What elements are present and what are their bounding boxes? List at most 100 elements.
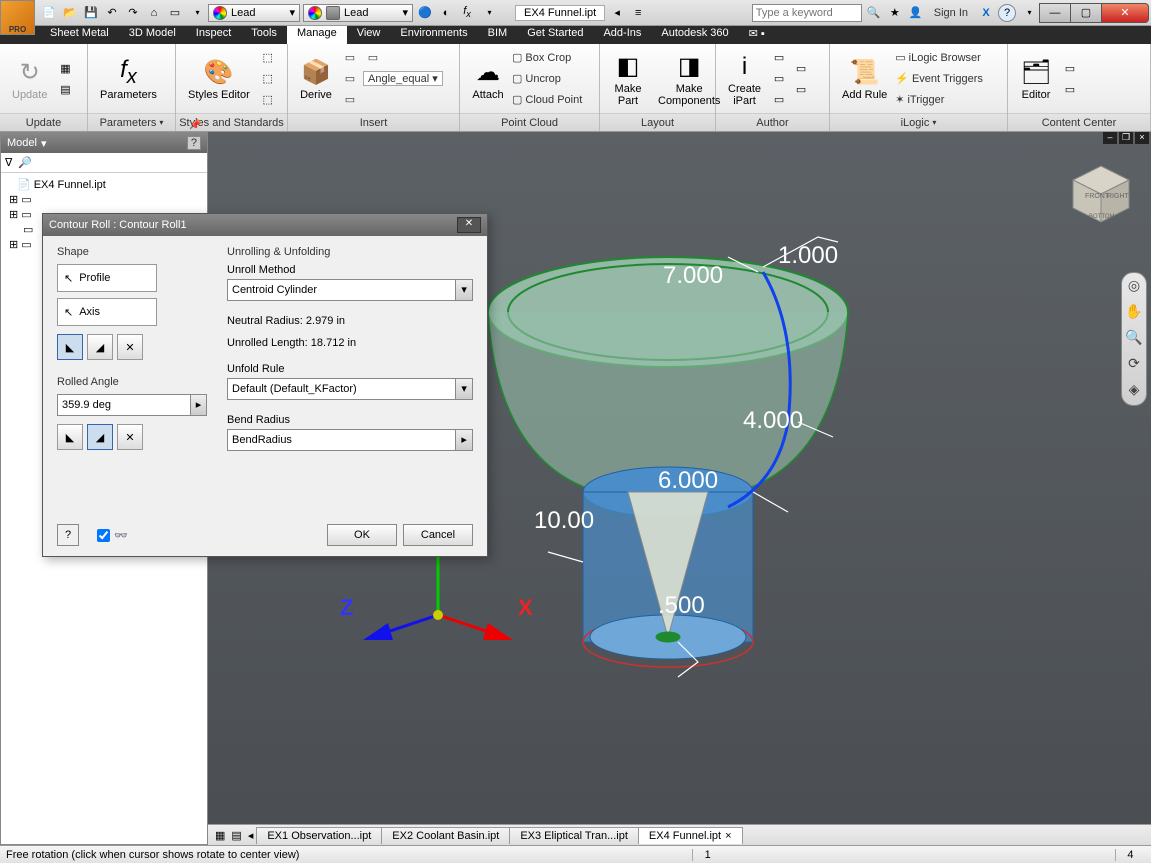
tab-add-ins[interactable]: Add-Ins <box>593 26 651 44</box>
help-dropdown[interactable] <box>1019 4 1037 22</box>
save-icon[interactable]: 💾 <box>82 4 100 22</box>
tab-prev-icon[interactable]: ◂ <box>245 829 257 842</box>
add-rule-button[interactable]: 📜 Add Rule <box>836 47 893 111</box>
select-icon[interactable]: ▭ <box>166 4 184 22</box>
parameters-button[interactable]: fx Parameters <box>94 47 163 111</box>
fx-icon[interactable]: fx <box>458 4 476 22</box>
tab-3d-model[interactable]: 3D Model <box>119 26 186 44</box>
content-editor-button[interactable]: 🗂 Editor <box>1014 47 1058 111</box>
help-icon[interactable]: ? <box>998 4 1016 22</box>
insert-icon-2[interactable]: ▭ <box>363 48 383 68</box>
preview-checkbox[interactable] <box>97 529 110 542</box>
tab-bim[interactable]: BIM <box>478 26 518 44</box>
axis-selector[interactable]: ↖Axis <box>57 298 157 326</box>
tree-root[interactable]: 📄 EX4 Funnel.ipt <box>5 177 203 192</box>
doc-tab-1[interactable]: EX1 Observation...ipt <box>256 827 382 844</box>
vp-restore[interactable]: ❐ <box>1119 132 1133 144</box>
redo-icon[interactable]: ↷ <box>124 4 142 22</box>
direction-2-button[interactable]: ◢ <box>87 334 113 360</box>
create-ipart-button[interactable]: i Create iPart <box>722 47 767 111</box>
open-icon[interactable]: 📂 <box>61 4 79 22</box>
tab-view[interactable]: View <box>347 26 391 44</box>
favorite-icon[interactable]: ★ <box>886 4 904 22</box>
offset-1-button[interactable]: ◣ <box>57 424 83 450</box>
app-icon[interactable]: PRO <box>0 0 35 35</box>
direction-1-button[interactable]: ◣ <box>57 334 83 360</box>
close-button[interactable]: ✕ <box>1101 3 1149 23</box>
styles-small-1[interactable]: ⬚ <box>258 48 278 68</box>
author-small-2[interactable]: ▭ <box>769 69 789 89</box>
insert-icon-1[interactable]: ▭ <box>340 48 360 68</box>
pin-icon[interactable]: 📌 <box>189 120 201 132</box>
vp-minimize[interactable]: – <box>1103 132 1117 144</box>
tab-extras[interactable]: ✉ ▪ <box>739 26 775 44</box>
unfold-rule-combo[interactable]: Default (Default_KFactor) <box>227 378 456 400</box>
filter-icon[interactable]: ∇ <box>5 156 12 169</box>
derive-button[interactable]: 📦 Derive <box>294 47 338 111</box>
appearance-combo[interactable]: Lead▾ <box>303 4 413 22</box>
unfold-rule-arrow[interactable]: ▾ <box>456 378 473 400</box>
author-small-1[interactable]: ▭ <box>769 48 789 68</box>
styles-editor-button[interactable]: 🎨 Styles Editor <box>182 47 256 111</box>
qat-dropdown[interactable] <box>187 4 205 22</box>
update-small-1[interactable]: ▦ <box>55 58 75 78</box>
appearance-icon[interactable]: ◐ <box>437 4 455 22</box>
minimize-button[interactable]: — <box>1039 3 1071 23</box>
cancel-button[interactable]: Cancel <box>403 524 473 546</box>
new-icon[interactable]: 📄 <box>40 4 58 22</box>
qat-more[interactable] <box>479 4 497 22</box>
profile-selector[interactable]: ↖Profile <box>57 264 157 292</box>
panel-parameters-title[interactable]: Parameters <box>88 113 175 131</box>
tab-tools[interactable]: Tools <box>241 26 287 44</box>
doc-tab-3[interactable]: EX3 Eliptical Tran...ipt <box>509 827 639 844</box>
unroll-method-combo[interactable]: Centroid Cylinder <box>227 279 456 301</box>
viewcube[interactable]: FRONT RIGHT BOTTOM <box>1069 162 1133 226</box>
update-button[interactable]: ↻ Update <box>6 47 53 111</box>
home-icon[interactable]: ⌂ <box>145 4 163 22</box>
nav-zoom-icon[interactable]: 🔍 <box>1124 329 1144 349</box>
insert-icon-3[interactable]: ▭ <box>340 69 360 89</box>
find-icon[interactable]: 🔎 <box>18 156 32 169</box>
nav-pan-icon[interactable]: ✋ <box>1124 303 1144 323</box>
ok-button[interactable]: OK <box>327 524 397 546</box>
maximize-button[interactable]: ▢ <box>1070 3 1102 23</box>
styles-small-2[interactable]: ⬚ <box>258 69 278 89</box>
nav-orbit-icon[interactable]: ⟳ <box>1124 355 1144 375</box>
author-small-3[interactable]: ▭ <box>769 90 789 110</box>
unroll-method-arrow[interactable]: ▾ <box>456 279 473 301</box>
signin-link[interactable]: Sign In <box>928 7 974 19</box>
tab-environments[interactable]: Environments <box>390 26 477 44</box>
angle-equal-combo[interactable]: Angle_equal ▾ <box>363 71 443 86</box>
rolled-angle-arrow[interactable]: ▸ <box>191 394 207 416</box>
material-combo-1[interactable]: Lead▾ <box>208 4 300 22</box>
tab-inspect[interactable]: Inspect <box>186 26 241 44</box>
measure-icon[interactable]: 🔵 <box>416 4 434 22</box>
direction-3-button[interactable]: ✕ <box>117 334 143 360</box>
event-triggers[interactable]: ⚡ Event Triggers <box>895 69 983 89</box>
tab-manage[interactable]: Manage <box>287 26 347 44</box>
offset-2-button[interactable]: ◢ <box>87 424 113 450</box>
tab-list-icon[interactable]: ▤ <box>228 829 244 842</box>
content-small-1[interactable]: ▭ <box>1060 58 1080 78</box>
bend-radius-input[interactable]: BendRadius <box>227 429 456 451</box>
panel-ilogic-title[interactable]: iLogic <box>830 113 1007 131</box>
search-icon[interactable]: 🔍 <box>865 4 883 22</box>
doc-tab-4[interactable]: EX4 Funnel.ipt × <box>638 827 743 844</box>
exchange-icon[interactable]: X <box>977 4 995 22</box>
author-small-5[interactable]: ▭ <box>791 79 811 99</box>
tree-node[interactable]: ⊞ ▭ <box>5 192 203 207</box>
tab-sheet-metal[interactable]: Sheet Metal <box>40 26 119 44</box>
styles-small-3[interactable]: ⬚ <box>258 90 278 110</box>
update-small-2[interactable]: ▤ <box>55 79 75 99</box>
nav-lookat-icon[interactable]: ◈ <box>1124 381 1144 401</box>
undo-icon[interactable]: ↶ <box>103 4 121 22</box>
dialog-close-button[interactable]: ✕ <box>457 217 481 233</box>
search-input[interactable] <box>752 4 862 22</box>
close-tab-icon[interactable]: × <box>725 830 731 842</box>
make-part-button[interactable]: ◧ Make Part <box>606 47 650 111</box>
insert-icon-4[interactable]: ▭ <box>340 90 360 110</box>
rolled-angle-input[interactable]: 359.9 deg <box>57 394 191 416</box>
ilogic-browser[interactable]: ▭ iLogic Browser <box>895 48 983 68</box>
content-small-2[interactable]: ▭ <box>1060 79 1080 99</box>
tab-tile-icon[interactable]: ▦ <box>212 829 228 842</box>
